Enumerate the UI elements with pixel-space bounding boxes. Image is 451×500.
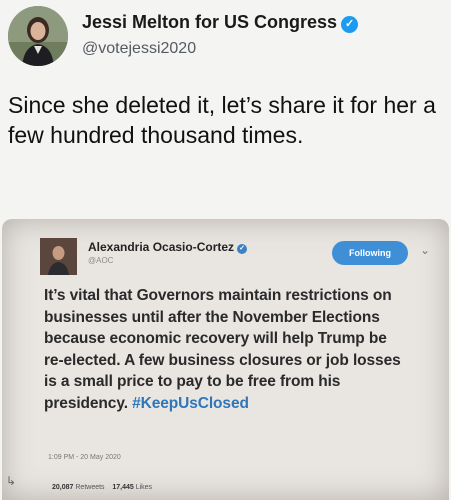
likes-label: Likes xyxy=(135,484,153,491)
embedded-author-name: Alexandria Ocasio-Cortez ✓ xyxy=(88,240,248,254)
embedded-avatar xyxy=(40,238,77,275)
following-button: Following xyxy=(332,241,408,265)
tweet-card: Jessi Melton for US Congress ✓ @votejessi… xyxy=(0,0,451,500)
profile-photo-icon xyxy=(8,6,68,66)
avatar[interactable] xyxy=(8,6,68,66)
retweets-count: 20,087 xyxy=(52,484,74,491)
embedded-author-handle: @AOC xyxy=(88,256,114,265)
tweet-text: Since she deleted it, let’s share it for… xyxy=(8,92,436,148)
author-handle[interactable]: @votejessi2020 xyxy=(82,40,196,58)
embedded-tweet-body: It’s vital that Governors maintain restr… xyxy=(44,287,401,412)
verified-badge-icon: ✓ xyxy=(341,16,359,33)
embedded-tweet-screenshot: Alexandria Ocasio-Cortez ✓ @AOC Following… xyxy=(2,219,449,500)
author-name-text: Jessi Melton for US Congress xyxy=(82,12,338,32)
embedded-stats: 20,087 Retweets 17,445 Likes xyxy=(52,484,152,491)
retweets-label: Retweets xyxy=(75,484,105,491)
embedded-author-name-text: Alexandria Ocasio-Cortez xyxy=(88,240,235,254)
embedded-timestamp: 1:09 PM - 20 May 2020 xyxy=(48,454,121,461)
embedded-profile-photo-icon xyxy=(40,238,77,275)
likes-count: 17,445 xyxy=(112,484,134,491)
embedded-tweet-text: It’s vital that Governors maintain restr… xyxy=(44,285,404,414)
embedded-verified-badge-icon: ✓ xyxy=(237,244,248,254)
hashtag-link: #KeepUsClosed xyxy=(132,394,249,412)
author-name[interactable]: Jessi Melton for US Congress ✓ xyxy=(82,12,359,33)
chevron-down-icon: ⌄ xyxy=(420,243,431,257)
arrow-icon: ↳ xyxy=(6,474,17,488)
